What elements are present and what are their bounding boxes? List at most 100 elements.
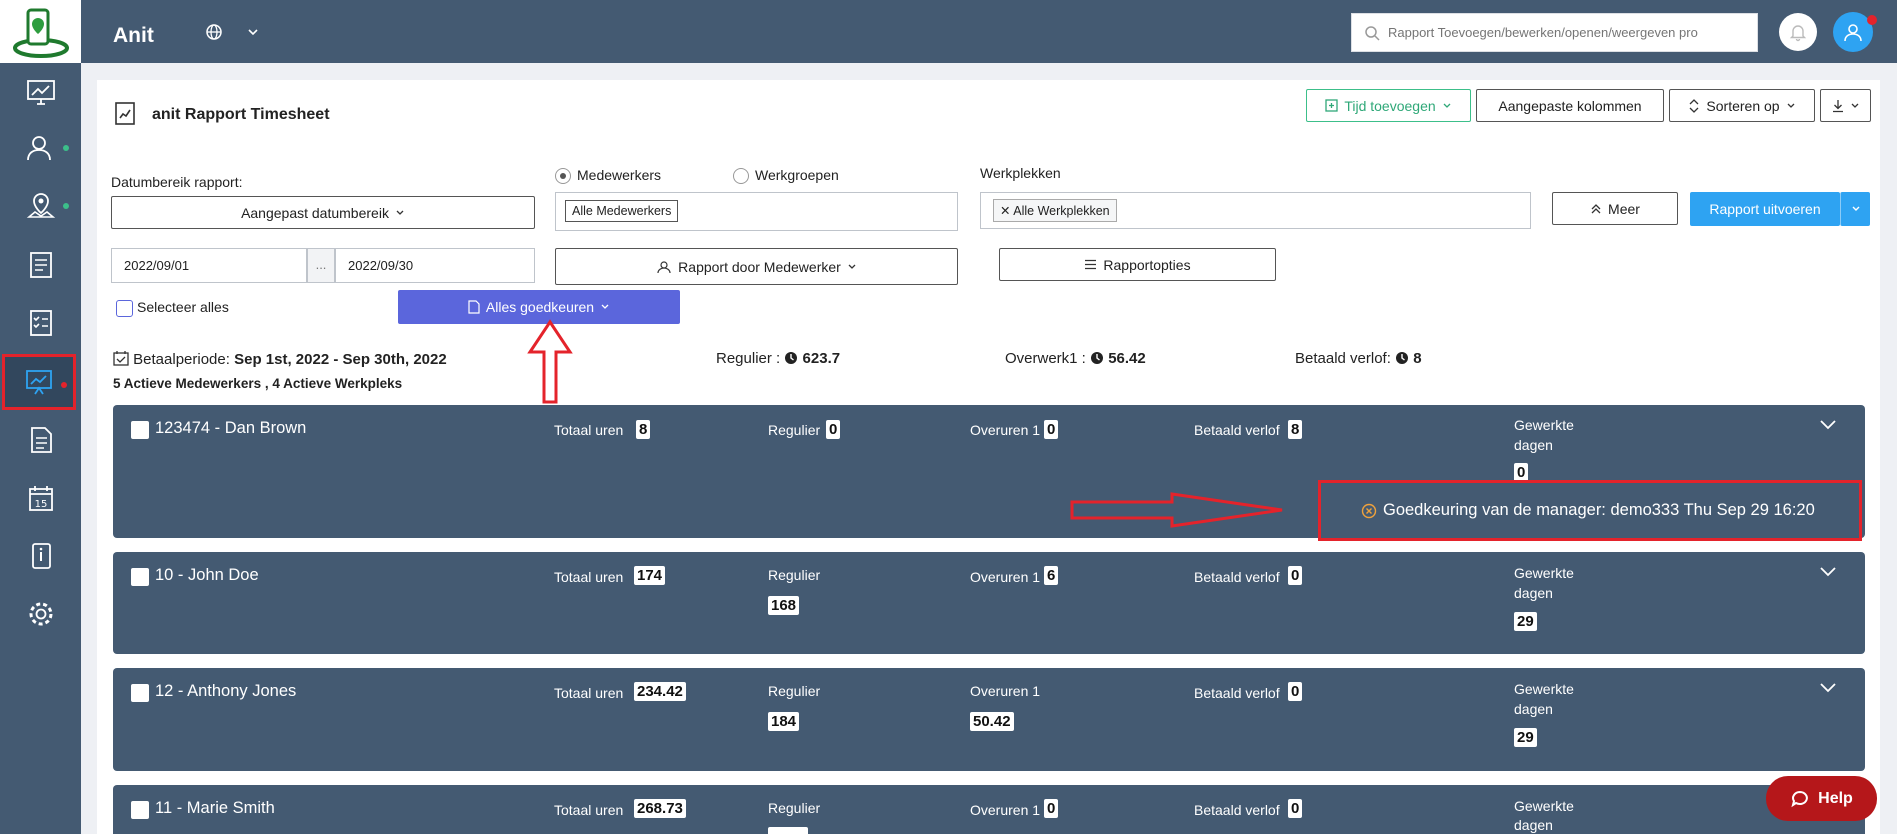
employee-name: 11 - Marie Smith	[155, 799, 275, 817]
add-time-label: Tijd toevoegen	[1344, 97, 1436, 114]
regular-value: 0	[826, 420, 841, 439]
logo-icon	[12, 8, 69, 58]
pay-period-value: Sep 1st, 2022 - Sep 30th, 2022	[234, 351, 447, 368]
regular-label: Regulier	[768, 683, 821, 699]
sidebar-item-users[interactable]	[0, 120, 81, 176]
report-chart-icon	[115, 102, 135, 125]
employee-checkbox[interactable]	[131, 568, 149, 586]
chevron-down-icon	[1852, 206, 1859, 211]
download-button[interactable]	[1820, 89, 1871, 122]
search-input[interactable]	[1388, 25, 1748, 40]
run-report-label: Rapport uitvoeren	[1709, 201, 1821, 217]
report-by-employee-button[interactable]: Rapport door Medewerker	[555, 248, 958, 285]
worked-days-label-1: Gewerkte	[1514, 565, 1574, 581]
employee-checkbox[interactable]	[131, 684, 149, 702]
employee-card[interactable]: 10 - John Doe Totaal uren 174 Regulier 1…	[113, 552, 1865, 654]
sidebar-item-reports[interactable]	[2, 354, 76, 410]
radio-workgroups-label: Werkgroepen	[755, 167, 839, 183]
custom-columns-label: Aangepaste kolommen	[1498, 97, 1642, 114]
chevron-down-icon[interactable]	[1819, 566, 1837, 578]
run-report-button[interactable]: Rapport uitvoeren	[1690, 192, 1840, 226]
sidebar-item-schedules[interactable]	[0, 236, 81, 292]
workplaces-chip[interactable]: ✕ Alle Werkplekken	[993, 199, 1117, 222]
worked-days-label-2: dagen	[1514, 817, 1553, 833]
report-by-employee-label: Rapport door Medewerker	[678, 258, 841, 275]
regular-value: 184	[768, 712, 800, 731]
custom-columns-button[interactable]: Aangepaste kolommen	[1476, 89, 1664, 122]
chevron-down-icon[interactable]	[246, 22, 260, 42]
sidebar-item-settings[interactable]	[0, 586, 81, 642]
approve-all-button[interactable]: Alles goedkeuren	[398, 290, 680, 324]
total-hours-label: Totaal uren	[554, 802, 624, 818]
radio-employees-label: Medewerkers	[577, 167, 662, 183]
employee-checkbox[interactable]	[131, 801, 149, 819]
regular-total: Regulier : 623.7	[716, 350, 840, 367]
regular-value: 168	[768, 596, 800, 615]
clock-icon	[1091, 352, 1104, 364]
sidebar-item-info[interactable]	[0, 528, 81, 584]
custom-date-range-button[interactable]: Aangepast datumbereik	[111, 196, 535, 229]
paid-leave-value: 0	[1288, 682, 1303, 701]
chevron-down-icon	[601, 304, 609, 309]
worked-days-label-1: Gewerkte	[1514, 798, 1574, 814]
run-report-dropdown[interactable]	[1840, 192, 1870, 226]
user-icon	[1844, 24, 1862, 42]
chevron-down-icon[interactable]	[1819, 419, 1837, 431]
select-all-checkbox[interactable]	[116, 299, 133, 317]
radio-employees[interactable]: Medewerkers	[555, 167, 662, 185]
employee-card[interactable]: 11 - Marie Smith Totaal uren 268.73 Regu…	[113, 785, 1865, 837]
download-icon	[1832, 99, 1843, 112]
more-button[interactable]: Meer	[1552, 192, 1678, 225]
calendar-icon: 15	[28, 486, 53, 511]
chevron-down-icon	[1443, 103, 1451, 108]
chevron-down-icon	[1787, 103, 1795, 108]
sort-by-button[interactable]: Sorteren op	[1669, 89, 1815, 122]
employee-card[interactable]: 123474 - Dan Brown Totaal uren 8 Regulie…	[113, 405, 1865, 541]
workplaces-select[interactable]: ✕ Alle Werkplekken	[980, 192, 1531, 229]
sidebar-item-calendar[interactable]: 15	[0, 470, 81, 526]
chevron-down-icon	[396, 210, 404, 215]
total-hours-value: 268.73	[634, 799, 686, 818]
sidebar-item-documents[interactable]	[0, 412, 81, 468]
top-bar: Anit	[81, 0, 1897, 63]
report-options-button[interactable]: Rapportopties	[999, 248, 1276, 281]
clock-icon	[785, 352, 798, 364]
worked-days-value: 29	[1514, 612, 1537, 631]
employees-chip[interactable]: Alle Medewerkers	[565, 200, 679, 222]
globe-icon[interactable]	[204, 22, 224, 42]
employee-checkbox[interactable]	[131, 421, 149, 439]
sidebar: 15	[0, 0, 81, 834]
notifications-button[interactable]	[1779, 13, 1817, 51]
sidebar-item-dashboard[interactable]	[0, 64, 81, 120]
select-all[interactable]: Selecteer alles	[116, 299, 229, 317]
end-date-input[interactable]: 2022/09/30	[335, 248, 535, 283]
chevron-down-icon[interactable]	[1819, 682, 1837, 694]
approve-all-label: Alles goedkeuren	[485, 299, 595, 315]
total-hours-value: 8	[636, 420, 651, 439]
sidebar-item-locations[interactable]	[0, 178, 81, 234]
employees-select[interactable]: Alle Medewerkers	[555, 192, 958, 231]
workplaces-chip-label: Alle Werkplekken	[1013, 204, 1110, 218]
worked-days-label-2: dagen	[1514, 585, 1553, 601]
employee-card[interactable]: 12 - Anthony Jones Totaal uren 234.42 Re…	[113, 668, 1865, 771]
help-label: Help	[1818, 789, 1853, 807]
total-hours-label: Totaal uren	[554, 569, 624, 585]
report-header-card: anit Rapport Timesheet Tijd toevoegen Aa…	[97, 80, 1880, 330]
search-box[interactable]	[1351, 13, 1758, 52]
overtime-total-label: Overwerk1 :	[1005, 350, 1086, 367]
radio-workgroups[interactable]: Werkgroepen	[733, 167, 839, 185]
paid-leave-total-value: 8	[1413, 350, 1422, 367]
help-button[interactable]: Help	[1766, 776, 1877, 821]
clock-icon	[1396, 352, 1409, 364]
start-date-input[interactable]: 2022/09/01	[111, 248, 307, 283]
employee-name: 10 - John Doe	[155, 566, 259, 584]
overtime-label: Overuren 1	[970, 683, 1041, 699]
add-time-button[interactable]: Tijd toevoegen	[1306, 89, 1471, 122]
users-status-dot	[63, 145, 69, 151]
sidebar-item-tasks[interactable]	[0, 294, 81, 350]
chat-bubble-icon	[1791, 790, 1809, 807]
employee-name: 123474 - Dan Brown	[155, 419, 307, 437]
date-range-label: Datumbereik rapport:	[111, 174, 243, 190]
paid-leave-value: 0	[1288, 799, 1303, 818]
app-logo[interactable]	[0, 0, 81, 63]
